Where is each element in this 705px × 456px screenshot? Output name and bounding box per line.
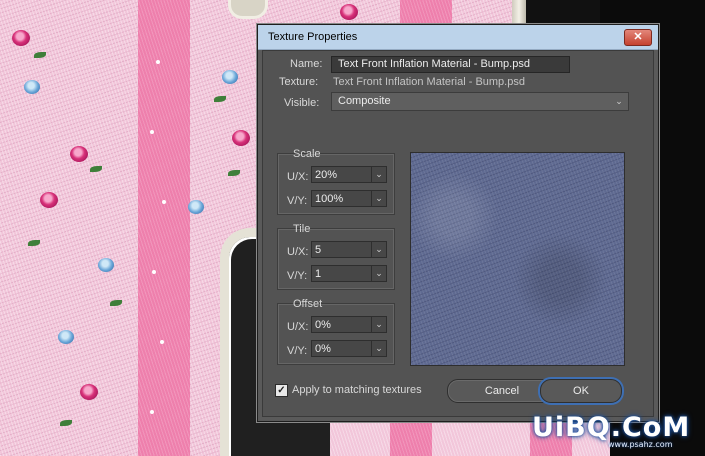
checkmark-icon: ✓ bbox=[277, 385, 286, 396]
chevron-down-icon: ⌄ bbox=[371, 242, 386, 257]
inflated-letter-top bbox=[228, 0, 268, 19]
fabric-dot bbox=[150, 410, 154, 414]
blue-flower bbox=[222, 70, 238, 84]
dialog-titlebar[interactable]: Texture Properties ✕ bbox=[258, 25, 658, 50]
blue-flower bbox=[98, 258, 114, 272]
leaf bbox=[28, 240, 40, 246]
apply-matching-checkbox[interactable]: ✓ bbox=[275, 384, 288, 397]
visible-selected-value: Composite bbox=[338, 95, 391, 107]
rose-flower bbox=[70, 146, 88, 162]
scale-ux-value: 20% bbox=[315, 169, 338, 181]
fabric-stripe bbox=[138, 0, 190, 456]
chevron-down-icon: ⌄ bbox=[371, 317, 386, 332]
rose-flower bbox=[340, 4, 358, 20]
chevron-down-icon: ⌄ bbox=[371, 266, 386, 281]
leaf bbox=[110, 300, 122, 306]
scale-group-title: Scale bbox=[293, 148, 321, 160]
leaf bbox=[90, 166, 102, 172]
rose-flower bbox=[12, 30, 30, 46]
scale-vy-label: V/Y: bbox=[287, 195, 308, 207]
rose-flower bbox=[80, 384, 98, 400]
texture-preview bbox=[410, 152, 625, 366]
offset-ux-combo[interactable]: 0% ⌄ bbox=[311, 316, 387, 333]
fabric-dot bbox=[150, 130, 154, 134]
leaf bbox=[34, 52, 46, 58]
chevron-down-icon: ⌄ bbox=[371, 167, 386, 182]
texture-filename: Text Front Inflation Material - Bump.psd bbox=[333, 76, 525, 88]
tile-vy-value: 1 bbox=[315, 268, 322, 280]
scale-ux-label: U/X: bbox=[287, 171, 309, 183]
fabric-dot bbox=[156, 60, 160, 64]
site-watermark-url: www.psahz.com bbox=[608, 440, 673, 449]
visible-dropdown[interactable]: Composite ⌄ bbox=[331, 92, 629, 111]
visible-label: Visible: bbox=[284, 97, 320, 109]
close-button[interactable]: ✕ bbox=[624, 29, 652, 46]
blue-flower bbox=[58, 330, 74, 344]
name-field[interactable]: Text Front Inflation Material - Bump.psd bbox=[331, 56, 570, 73]
tile-vy-label: V/Y: bbox=[287, 270, 308, 282]
close-icon: ✕ bbox=[633, 31, 643, 43]
fabric-dot bbox=[152, 270, 156, 274]
offset-group-title: Offset bbox=[293, 298, 323, 310]
scale-vy-combo[interactable]: 100% ⌄ bbox=[311, 190, 387, 207]
tile-vy-combo[interactable]: 1 ⌄ bbox=[311, 265, 387, 282]
offset-ux-label: U/X: bbox=[287, 321, 309, 333]
tile-ux-combo[interactable]: 5 ⌄ bbox=[311, 241, 387, 258]
site-watermark: UiBQ.CoM bbox=[532, 412, 691, 443]
blue-flower bbox=[188, 200, 204, 214]
texture-properties-dialog: Texture Properties ✕ Name: Text Front In… bbox=[257, 24, 659, 422]
dialog-body: Name: Text Front Inflation Material - Bu… bbox=[262, 50, 654, 417]
offset-vy-label: V/Y: bbox=[287, 345, 308, 357]
chevron-down-icon: ⌄ bbox=[371, 191, 386, 206]
fabric-dot bbox=[160, 340, 164, 344]
chevron-down-icon: ⌄ bbox=[615, 96, 623, 106]
scale-vy-value: 100% bbox=[315, 193, 344, 205]
leaf bbox=[214, 96, 226, 102]
chevron-down-icon: ⌄ bbox=[371, 341, 386, 356]
blue-flower bbox=[24, 80, 40, 94]
leaf bbox=[60, 420, 72, 426]
name-value: Text Front Inflation Material - Bump.psd bbox=[338, 58, 530, 70]
texture-label: Texture: bbox=[279, 76, 319, 88]
leaf bbox=[228, 170, 240, 176]
offset-vy-value: 0% bbox=[315, 343, 331, 355]
rose-flower bbox=[40, 192, 58, 208]
scale-ux-combo[interactable]: 20% ⌄ bbox=[311, 166, 387, 183]
apply-matching-label: Apply to matching textures bbox=[292, 384, 422, 396]
tile-ux-value: 5 bbox=[315, 244, 322, 256]
offset-ux-value: 0% bbox=[315, 319, 331, 331]
tile-group-title: Tile bbox=[293, 223, 311, 235]
rose-flower bbox=[232, 130, 250, 146]
offset-vy-combo[interactable]: 0% ⌄ bbox=[311, 340, 387, 357]
dialog-title: Texture Properties bbox=[268, 31, 358, 43]
ok-button[interactable]: OK bbox=[540, 379, 622, 403]
tile-ux-label: U/X: bbox=[287, 246, 309, 258]
name-label: Name: bbox=[290, 58, 323, 70]
fabric-dot bbox=[162, 200, 166, 204]
